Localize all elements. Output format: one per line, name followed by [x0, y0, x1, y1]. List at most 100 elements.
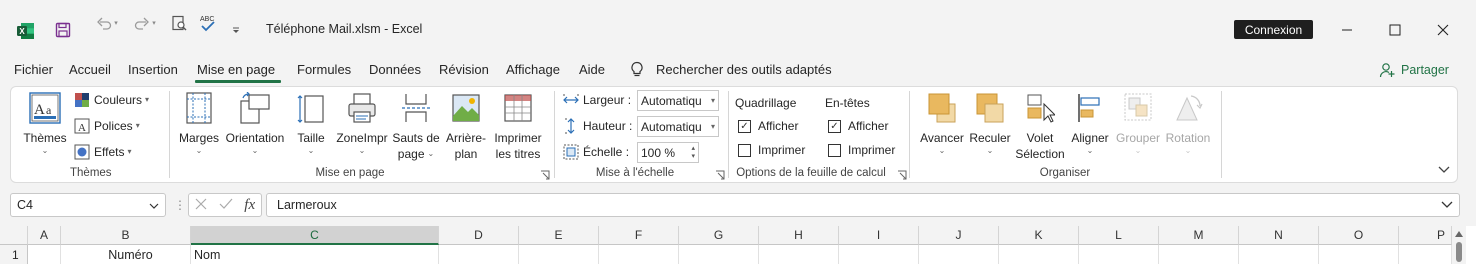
tab-aide[interactable]: Aide [579, 62, 605, 77]
cell-g1[interactable] [679, 245, 759, 264]
spelling-icon[interactable]: ABC [198, 12, 218, 34]
cancel-icon[interactable] [195, 197, 207, 213]
headings-print-checkbox[interactable]: Imprimer [828, 143, 895, 157]
column-header-k[interactable]: K [999, 226, 1079, 245]
cell-c1[interactable]: Nom [191, 245, 439, 264]
cell-f1[interactable] [599, 245, 679, 264]
chevron-down-icon[interactable] [149, 198, 159, 212]
themes-button[interactable]: Aa Thèmes ⌄ [22, 92, 68, 156]
headings-view-checkbox[interactable]: ✓ Afficher [828, 119, 888, 133]
spinner-arrows-icon[interactable]: ▴ ▾ [691, 145, 695, 161]
expand-formula-bar-icon[interactable] [1441, 198, 1453, 212]
column-header-i[interactable]: I [839, 226, 919, 245]
scale-spinner[interactable]: 100 % ▴ ▾ [637, 142, 699, 163]
column-header-f[interactable]: F [599, 226, 679, 245]
formula-input[interactable]: Larmeroux [266, 193, 1460, 217]
share-button[interactable]: Partager [1378, 61, 1449, 79]
rotate-button[interactable]: Rotation ⌄ [1162, 92, 1214, 156]
column-header-j[interactable]: J [919, 226, 999, 245]
vertical-scrollbar[interactable] [1452, 226, 1466, 264]
column-header-p[interactable]: P [1399, 226, 1452, 245]
cell-j1[interactable] [919, 245, 999, 264]
undo-icon[interactable]: ▾ [92, 14, 122, 32]
orientation-button[interactable]: Orientation ⌄ [224, 92, 286, 156]
align-button[interactable]: Aligner ⌄ [1068, 92, 1112, 156]
cell-n1[interactable] [1239, 245, 1319, 264]
gridlines-heading: Quadrillage [735, 96, 797, 110]
cell-h1[interactable] [759, 245, 839, 264]
collapse-ribbon-icon[interactable] [1436, 162, 1452, 178]
enter-check-icon[interactable] [219, 197, 233, 213]
column-header-d[interactable]: D [439, 226, 519, 245]
tab-formules[interactable]: Formules [297, 62, 351, 77]
scale-launcher-icon[interactable] [715, 169, 725, 180]
background-button[interactable]: Arrière- plan [443, 92, 489, 162]
redo-icon[interactable]: ▾ [130, 14, 160, 32]
tell-me-search[interactable]: Rechercher des outils adaptés [628, 60, 832, 78]
row-header-1[interactable]: 1 [0, 245, 28, 264]
selection-pane-button[interactable]: Volet Sélection [1014, 92, 1066, 162]
cell-l1[interactable] [1079, 245, 1159, 264]
margins-button[interactable]: Marges ⌄ [176, 92, 222, 156]
column-header-o[interactable]: O [1319, 226, 1399, 245]
insert-function-icon[interactable]: fx [244, 197, 255, 214]
gridlines-view-label: Afficher [758, 119, 799, 133]
print-preview-icon[interactable] [170, 14, 188, 32]
maximize-icon[interactable] [1383, 18, 1407, 42]
column-header-l[interactable]: L [1079, 226, 1159, 245]
column-header-g[interactable]: G [679, 226, 759, 245]
print-titles-label-2: les titres [495, 147, 541, 161]
width-select[interactable]: Automatiqu ▾ [637, 90, 719, 111]
column-header-e[interactable]: E [519, 226, 599, 245]
save-icon[interactable] [54, 21, 72, 39]
cell-k1[interactable] [999, 245, 1079, 264]
column-header-b[interactable]: B [61, 226, 191, 245]
size-button[interactable]: Taille ⌄ [293, 92, 329, 156]
cell-p1[interactable] [1399, 245, 1452, 264]
height-select[interactable]: Automatiqu ▾ [637, 116, 719, 137]
scale-label: Échelle : [583, 145, 630, 159]
name-box[interactable]: C4 [10, 193, 166, 217]
cell-e1[interactable] [519, 245, 599, 264]
tab-insertion[interactable]: Insertion [128, 62, 178, 77]
print-area-button[interactable]: ZoneImpr ⌄ [334, 92, 390, 156]
gridlines-print-checkbox[interactable]: Imprimer [738, 143, 805, 157]
tab-accueil[interactable]: Accueil [69, 62, 111, 77]
minimize-icon[interactable] [1335, 18, 1359, 42]
column-header-a[interactable]: A [28, 226, 61, 245]
connexion-button[interactable]: Connexion [1234, 20, 1313, 39]
select-all-corner[interactable] [0, 226, 28, 245]
page-setup-launcher-icon[interactable] [540, 169, 550, 180]
more-options-dots-icon[interactable]: ⋮ [174, 198, 186, 212]
cell-b1[interactable]: Numéro [61, 245, 191, 264]
sheet-options-launcher-icon[interactable] [897, 169, 907, 180]
scroll-up-icon[interactable] [1455, 230, 1463, 238]
tab-affichage[interactable]: Affichage [506, 62, 560, 77]
column-header-n[interactable]: N [1239, 226, 1319, 245]
group-separator [728, 91, 729, 178]
column-header-c[interactable]: C [191, 226, 439, 245]
colors-dropdown[interactable]: Couleurs ▾ [74, 92, 149, 108]
print-titles-button[interactable]: Imprimer les titres [491, 92, 545, 162]
fonts-dropdown[interactable]: A Polices ▾ [74, 118, 140, 134]
tab-fichier[interactable]: Fichier [14, 62, 53, 77]
cell-i1[interactable] [839, 245, 919, 264]
customize-qat-icon[interactable] [230, 24, 242, 36]
cell-d1[interactable] [439, 245, 519, 264]
cell-m1[interactable] [1159, 245, 1239, 264]
tab-mise-en-page[interactable]: Mise en page [197, 62, 275, 77]
send-backward-button[interactable]: Reculer ⌄ [966, 92, 1014, 156]
bring-forward-button[interactable]: Avancer ⌄ [917, 92, 967, 156]
effects-dropdown[interactable]: Effets ▾ [74, 144, 131, 160]
gridlines-view-checkbox[interactable]: ✓ Afficher [738, 119, 798, 133]
group-button[interactable]: Grouper ⌄ [1114, 92, 1162, 156]
tab-revision[interactable]: Révision [439, 62, 489, 77]
tab-donnees[interactable]: Données [369, 62, 421, 77]
column-header-h[interactable]: H [759, 226, 839, 245]
cell-a1[interactable] [28, 245, 61, 264]
scroll-thumb[interactable] [1456, 242, 1462, 262]
column-header-m[interactable]: M [1159, 226, 1239, 245]
close-icon[interactable] [1431, 18, 1455, 42]
breaks-button[interactable]: Sauts de page ⌄ [392, 92, 440, 162]
cell-o1[interactable] [1319, 245, 1399, 264]
